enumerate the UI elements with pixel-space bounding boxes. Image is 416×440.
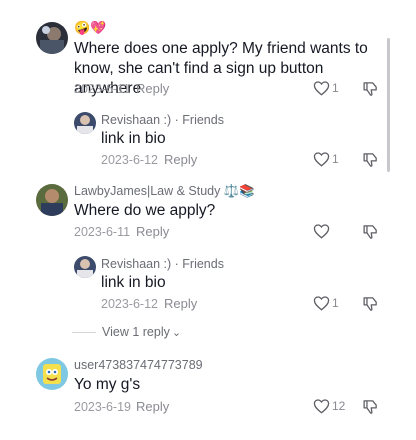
like-count: 1 <box>332 296 339 310</box>
dislike-button[interactable] <box>362 151 379 173</box>
heart-outline-icon <box>313 399 330 414</box>
comment-text: Yo my g's <box>74 376 141 393</box>
dislike-button[interactable] <box>362 223 379 245</box>
reply-button[interactable]: Reply <box>136 399 169 414</box>
heart-outline-icon <box>313 152 330 167</box>
avatar[interactable] <box>36 184 68 216</box>
thumbs-down-icon <box>363 297 377 311</box>
reply-username[interactable]: Revishaan :) · Friends <box>101 257 224 271</box>
chevron-down-icon: ⌄ <box>171 326 182 339</box>
reply-2: Revishaan :) · Friends link in bio 2023-… <box>0 252 416 314</box>
comment-date: 2023-6-11 <box>74 82 131 96</box>
heart-outline-icon <box>313 224 330 239</box>
avatar[interactable] <box>36 358 68 390</box>
avatar[interactable] <box>36 22 68 54</box>
reply-text: link in bio <box>101 274 166 291</box>
comment-1: 🤪💖 Where does one apply? My friend wants… <box>0 0 416 100</box>
thumbs-down-icon <box>363 153 377 167</box>
reply-text: link in bio <box>101 130 166 147</box>
comment-date: 2023-6-19 <box>74 400 131 414</box>
reply-date: 2023-6-12 <box>101 153 158 167</box>
like-count: 12 <box>332 399 346 413</box>
reply-username[interactable]: Revishaan :) · Friends <box>101 113 224 127</box>
heart-outline-icon <box>313 81 330 96</box>
reply-button[interactable]: Reply <box>136 81 169 96</box>
comment-username[interactable]: LawbyJames|Law & Study ⚖️📚 <box>74 184 255 199</box>
reply-1: Revishaan :) · Friends link in bio 2023-… <box>0 108 416 170</box>
like-button[interactable]: 1 <box>313 80 339 96</box>
avatar[interactable] <box>74 112 96 134</box>
like-count: 1 <box>332 81 339 95</box>
like-button[interactable]: 12 <box>313 398 345 414</box>
comment-3: user473837474773789 Yo my g's 2023-6-19 … <box>0 352 416 422</box>
thumbs-down-icon <box>363 400 377 414</box>
avatar[interactable] <box>74 256 96 278</box>
divider <box>72 331 96 333</box>
like-button[interactable]: 1 <box>313 151 339 167</box>
reply-button[interactable]: Reply <box>164 152 197 167</box>
reply-button[interactable]: Reply <box>164 296 197 311</box>
thumbs-down-icon <box>363 225 377 239</box>
reply-date: 2023-6-12 <box>101 297 158 311</box>
comment-username[interactable]: user473837474773789 <box>74 358 203 372</box>
thumbs-down-icon <box>363 82 377 96</box>
dislike-button[interactable] <box>362 398 379 420</box>
comment-text: Where do we apply? <box>74 202 216 219</box>
dislike-button[interactable] <box>362 295 379 317</box>
comment-date: 2023-6-11 <box>74 225 131 239</box>
reply-button[interactable]: Reply <box>136 224 169 239</box>
view-replies-label: View 1 reply <box>102 325 170 339</box>
like-button[interactable] <box>313 223 332 239</box>
view-replies-button[interactable]: View 1 reply ⌄ <box>72 325 181 339</box>
comment-2: LawbyJames|Law & Study ⚖️📚 Where do we a… <box>0 178 416 248</box>
heart-outline-icon <box>313 296 330 311</box>
dislike-button[interactable] <box>362 80 379 102</box>
username-emoji: 🤪💖 <box>74 20 107 35</box>
like-count: 1 <box>332 152 339 166</box>
like-button[interactable]: 1 <box>313 295 339 311</box>
